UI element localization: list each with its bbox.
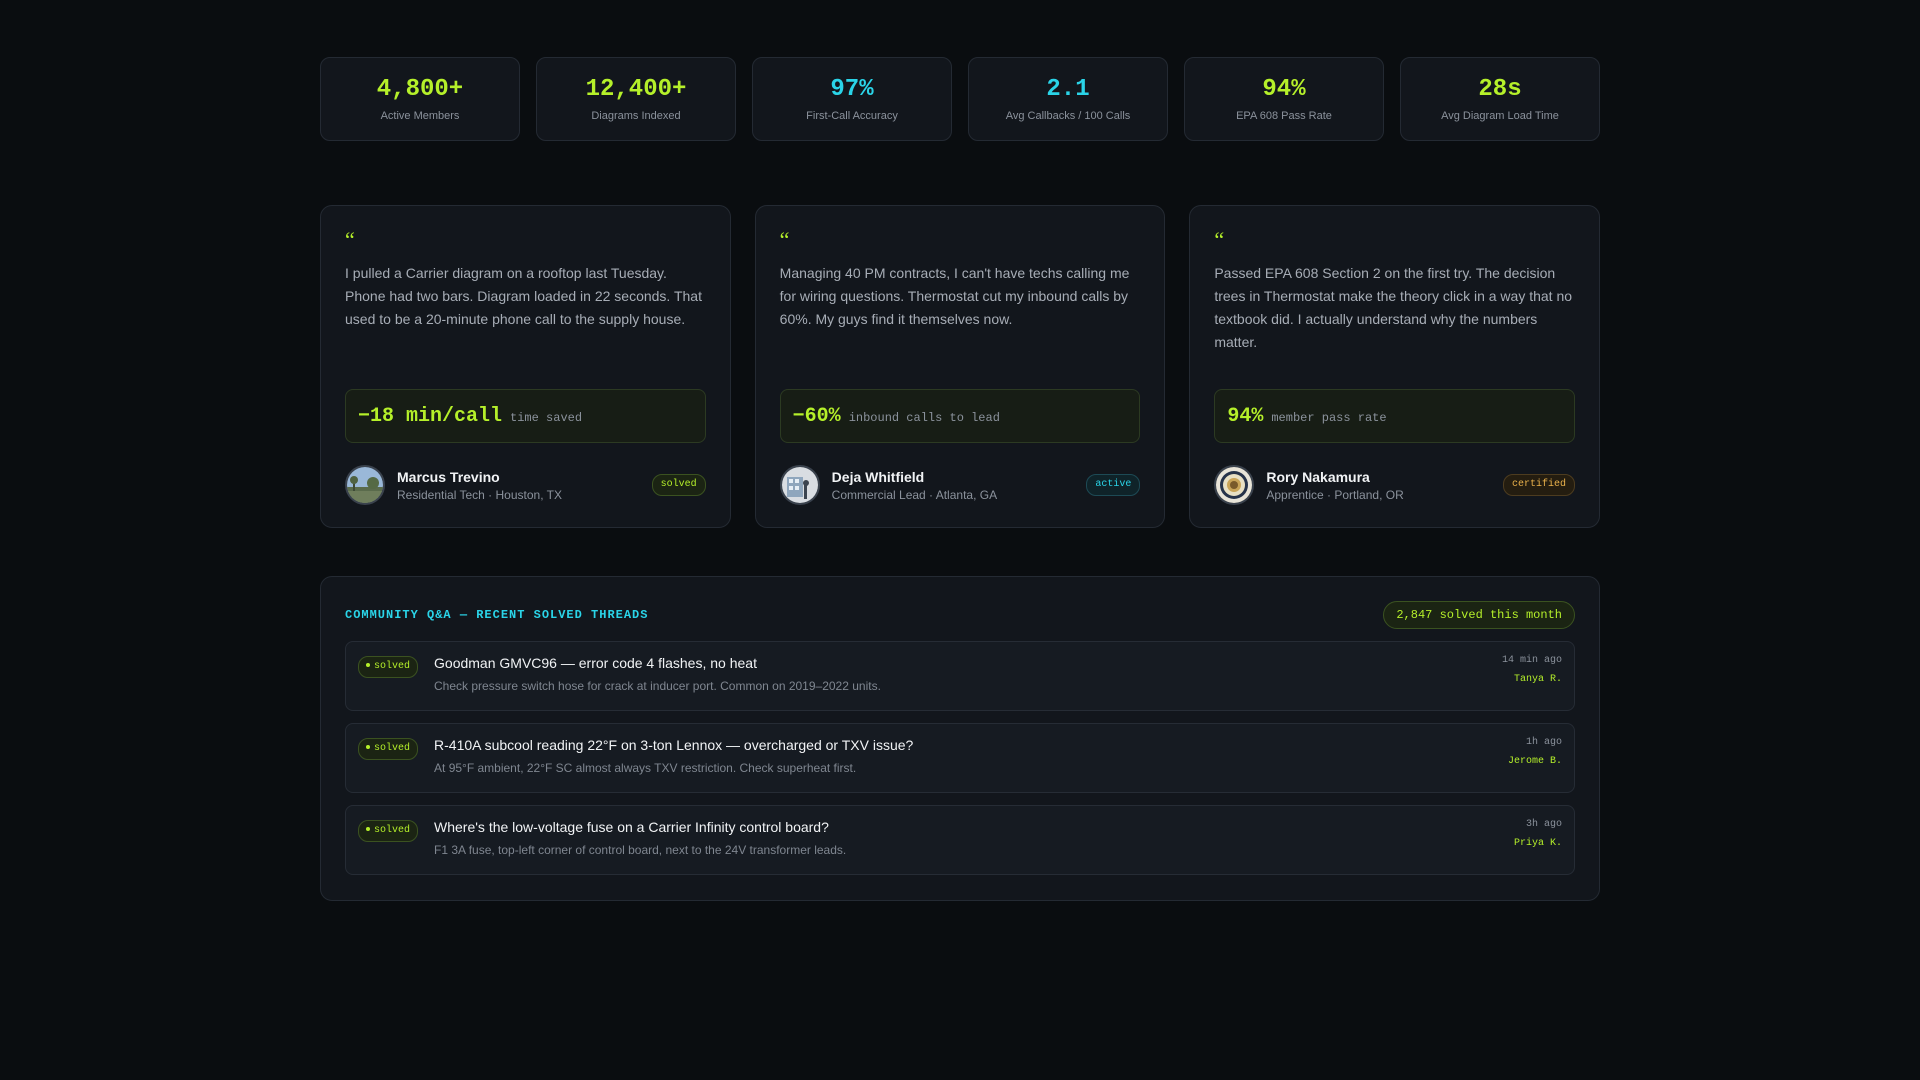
testimonial-card: “ Passed EPA 608 Section 2 on the first … (1189, 205, 1601, 528)
thread-row[interactable]: solved Where's the low-voltage fuse on a… (345, 805, 1575, 875)
quote-mark-icon: “ (1214, 227, 1225, 252)
testimonial-card: “ Managing 40 PM contracts, I can't have… (754, 205, 1166, 528)
stats-row: 4,800+ Active Members 12,400+ Diagrams I… (320, 57, 1600, 141)
quote-mark-icon: “ (345, 227, 355, 252)
thread-answer: At 95°F ambient, 22°F SC almost always T… (434, 761, 857, 775)
testimonial-metric: −60% inbound calls to lead (779, 389, 1141, 443)
stat-value: 97% (830, 76, 874, 103)
status-dot-icon (366, 663, 370, 668)
stat-label: Active Members (380, 110, 460, 122)
status-badge: certified (1503, 474, 1576, 496)
stat-card: 94% EPA 608 Pass Rate (1184, 57, 1384, 141)
solved-count-badge: 2,847 solved this month (1383, 601, 1575, 629)
stat-value: 12,400+ (585, 76, 687, 103)
stat-label: Avg Callbacks / 100 Calls (1005, 110, 1131, 122)
stat-card: 28s Avg Diagram Load Time (1400, 57, 1600, 141)
quote-mark-icon: “ (779, 227, 790, 252)
author-name: Marcus Trevino (397, 468, 500, 485)
metric-label: member pass rate (1271, 410, 1387, 425)
community-qa-panel: COMMUNITY Q&A — RECENT SOLVED THREADS 2,… (320, 576, 1600, 901)
author-role: Apprentice · Portland, OR (1266, 487, 1404, 502)
stat-label: First-Call Accuracy (806, 110, 898, 122)
status-badge: active (1086, 474, 1141, 496)
metric-label: time saved (510, 410, 583, 425)
stat-label: Diagrams Indexed (591, 110, 681, 122)
status-dot-icon (366, 827, 370, 832)
solved-badge-label: solved (374, 743, 411, 754)
stat-value: 2.1 (1046, 76, 1090, 103)
thread-title[interactable]: R-410A subcool reading 22°F on 3-ton Len… (434, 737, 1508, 753)
thread-answer: Check pressure switch hose for crack at … (434, 679, 881, 693)
author-name: Deja Whitfield (831, 468, 925, 485)
thread-title[interactable]: Where's the low-voltage fuse on a Carrie… (434, 819, 1514, 835)
metric-label: inbound calls to lead (848, 410, 1000, 425)
seal-icon (1216, 467, 1253, 503)
solved-badge-label: solved (374, 661, 411, 672)
avatar (1214, 465, 1255, 505)
stat-value: 4,800+ (376, 76, 464, 103)
thread-user[interactable]: Tanya R. (1502, 674, 1562, 685)
stat-label: Avg Diagram Load Time (1441, 110, 1559, 122)
testimonial-quote: I pulled a Carrier diagram on a rooftop … (345, 265, 702, 327)
author-name: Rory Nakamura (1266, 468, 1370, 485)
testimonial-quote: Managing 40 PM contracts, I can't have t… (779, 265, 1130, 327)
stat-card: 4,800+ Active Members (320, 57, 520, 141)
thread-answer: F1 3A fuse, top-left corner of control b… (434, 843, 847, 857)
thread-time: 14 min ago (1501, 655, 1562, 666)
stat-value: 28s (1478, 76, 1522, 103)
solved-badge: solved (358, 820, 419, 842)
testimonial-metric: 94% member pass rate (1214, 389, 1576, 443)
thread-time: 1h ago (1525, 737, 1562, 748)
thread-user[interactable]: Jerome B. (1508, 756, 1562, 767)
thread-row[interactable]: solved Goodman GMVC96 — error code 4 fla… (345, 641, 1575, 711)
stat-label: EPA 608 Pass Rate (1236, 110, 1332, 122)
testimonial-author: Rory Nakamura Apprentice · Portland, OR … (1214, 464, 1576, 506)
thread-row[interactable]: solved R-410A subcool reading 22°F on 3-… (345, 723, 1575, 793)
stat-card: 2.1 Avg Callbacks / 100 Calls (968, 57, 1168, 141)
testimonial-author: Deja Whitfield Commercial Lead · Atlanta… (779, 464, 1141, 506)
testimonials-row: “ I pulled a Carrier diagram on a roofto… (320, 205, 1601, 528)
thread-time: 3h ago (1525, 819, 1562, 830)
avatar (779, 465, 820, 505)
stat-value: 94% (1262, 76, 1306, 103)
avatar (345, 465, 385, 505)
thread-title[interactable]: Goodman GMVC96 — error code 4 flashes, n… (434, 655, 1502, 671)
metric-value: 94% (1227, 404, 1264, 428)
thread-user[interactable]: Priya K. (1514, 838, 1562, 849)
author-role: Commercial Lead · Atlanta, GA (831, 487, 998, 502)
solved-badge-label: solved (374, 825, 411, 836)
stat-card: 97% First-Call Accuracy (752, 57, 952, 141)
metric-value: −60% (792, 404, 841, 428)
solved-badge: solved (358, 656, 419, 678)
page-content: 4,800+ Active Members 12,400+ Diagrams I… (320, 57, 1601, 901)
testimonial-card: “ I pulled a Carrier diagram on a roofto… (320, 205, 731, 528)
metric-value: −18 min/call (358, 404, 503, 428)
status-dot-icon (366, 745, 370, 750)
testimonial-author: Marcus Trevino Residential Tech · Housto… (345, 464, 706, 506)
status-badge: solved (651, 474, 706, 496)
author-role: Residential Tech · Houston, TX (397, 487, 562, 502)
building-photo-icon (781, 467, 818, 503)
testimonial-quote: Passed EPA 608 Section 2 on the first tr… (1214, 265, 1573, 350)
qa-title: COMMUNITY Q&A — RECENT SOLVED THREADS (345, 608, 649, 622)
stat-card: 12,400+ Diagrams Indexed (536, 57, 736, 141)
landscape-photo-icon (347, 467, 383, 503)
solved-badge: solved (358, 738, 419, 760)
testimonial-metric: −18 min/call time saved (345, 389, 706, 443)
